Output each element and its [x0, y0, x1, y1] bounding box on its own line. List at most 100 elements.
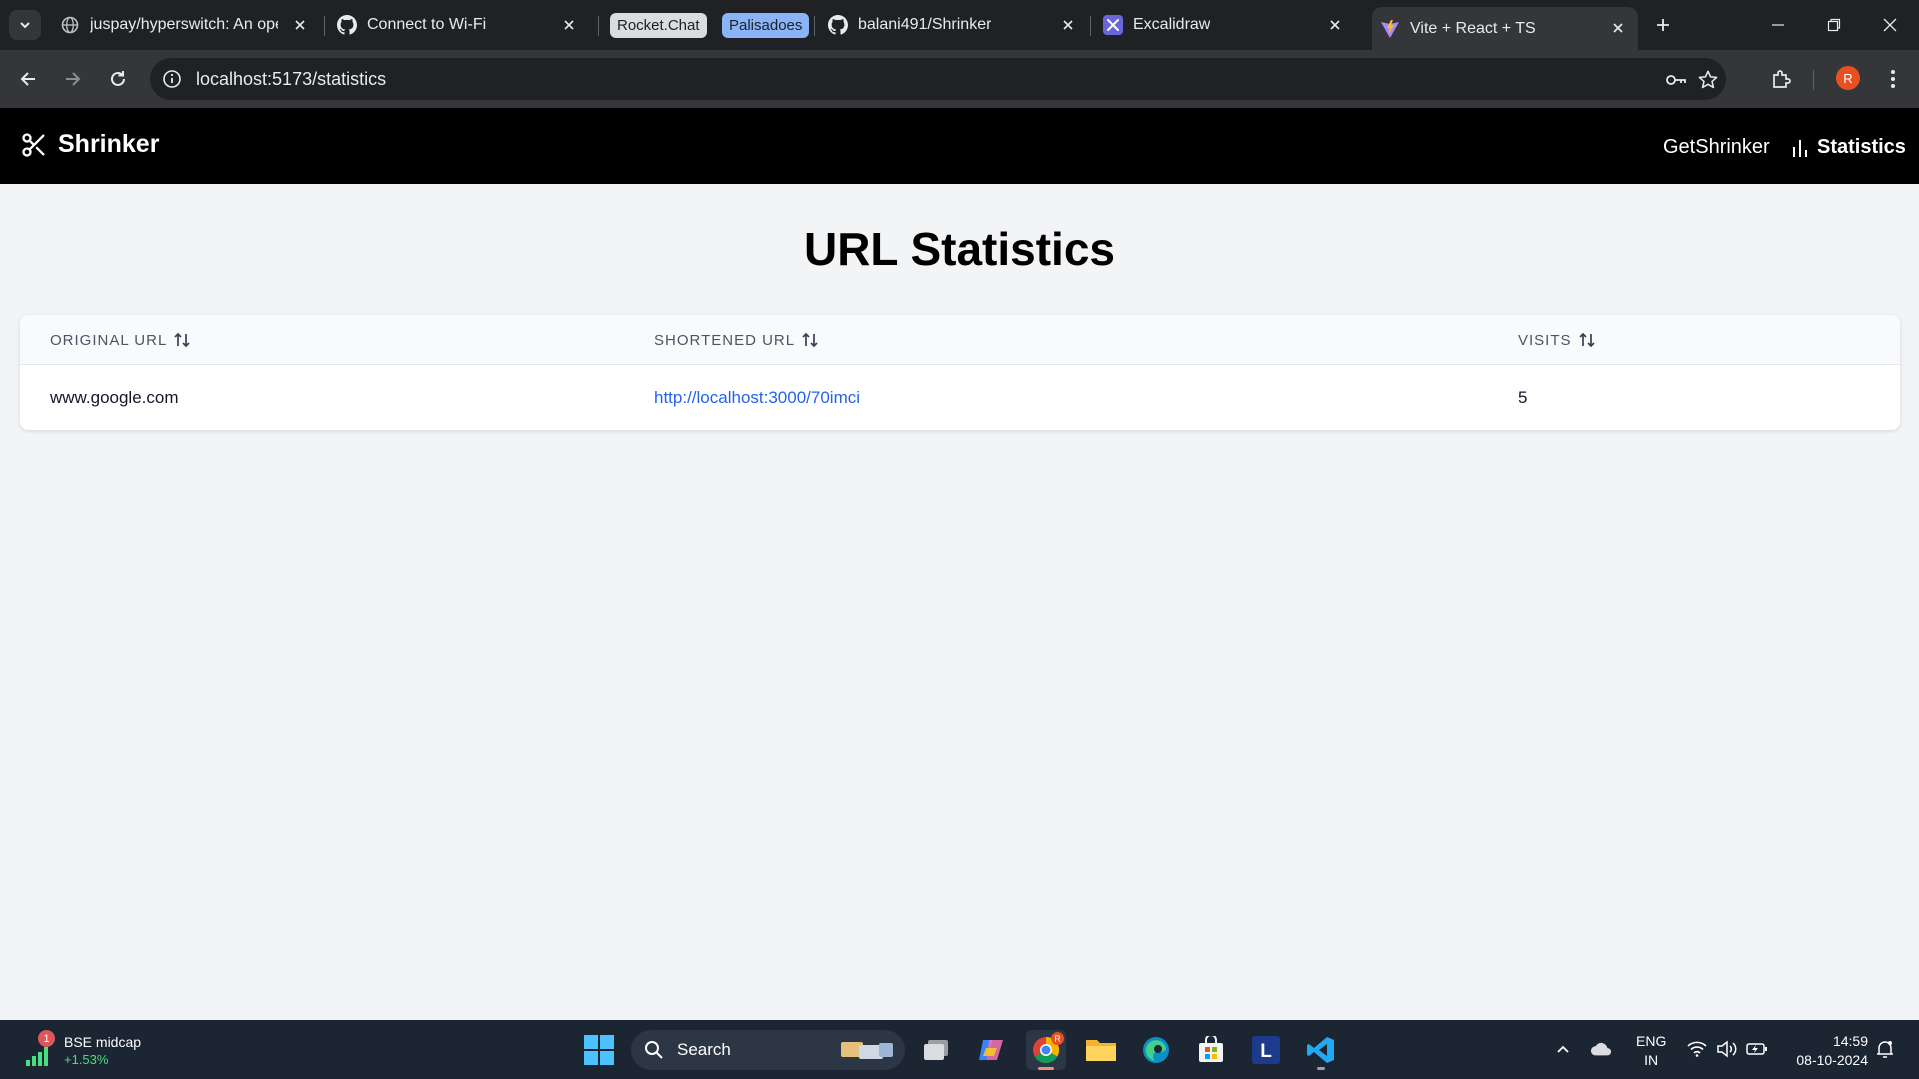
bookmark-star-icon[interactable] [1696, 68, 1720, 92]
chevron-up-icon [1557, 1045, 1569, 1053]
tab-vite-react[interactable]: Vite + React + TS [1372, 7, 1638, 50]
column-label: SHORTENED URL [654, 331, 796, 349]
restore-icon [1827, 18, 1841, 32]
clock[interactable]: 14:59 08-10-2024 [1786, 1032, 1868, 1070]
profile-avatar[interactable]: R [1836, 66, 1860, 90]
close-icon [1883, 18, 1897, 32]
tab-group-palisadoes[interactable]: Palisadoes [722, 13, 810, 38]
stock-widget[interactable]: 1 BSE midcap +1.53% [22, 1030, 172, 1070]
forward-button[interactable] [57, 63, 89, 95]
edge-button[interactable] [1136, 1030, 1176, 1070]
nav-statistics-label: Statistics [1817, 136, 1906, 158]
browser-menu-button[interactable] [1878, 64, 1908, 94]
tab-title: juspay/hyperswitch: An open [90, 16, 278, 33]
tab-separator [324, 16, 325, 36]
tab-separator [1090, 16, 1091, 36]
column-header-visits[interactable]: VISITS [1518, 331, 1596, 349]
copilot-icon [979, 1040, 1003, 1060]
address-bar[interactable]: localhost:5173/statistics [150, 58, 1726, 100]
tab-search-button[interactable] [9, 10, 41, 40]
tab-excalidraw[interactable]: Excalidraw [1103, 8, 1359, 42]
onedrive-icon[interactable] [1590, 1038, 1612, 1060]
search-icon [645, 1041, 663, 1059]
tab-separator [814, 16, 815, 36]
globe-icon [60, 15, 80, 35]
github-icon [337, 15, 357, 35]
puzzle-icon [1773, 70, 1791, 88]
l-app-button[interactable]: L [1246, 1030, 1286, 1070]
close-window-button[interactable] [1870, 8, 1910, 42]
restore-button[interactable] [1814, 8, 1854, 42]
column-header-original-url[interactable]: ORIGINAL URL [50, 331, 191, 349]
task-view-button[interactable] [916, 1030, 956, 1070]
minimize-button[interactable] [1758, 8, 1798, 42]
search-highlight-icon [841, 1042, 893, 1059]
page-title: URL Statistics [803, 223, 1116, 275]
close-tab-icon[interactable] [1325, 15, 1345, 35]
address-text[interactable]: localhost:5173/statistics [196, 69, 386, 90]
vscode-button[interactable] [1301, 1030, 1341, 1070]
excalidraw-icon [1103, 15, 1123, 35]
taskbar: 1 BSE midcap +1.53% Search R L ENG IN 14… [0, 1020, 1919, 1079]
close-tab-icon[interactable] [1058, 15, 1078, 35]
toolbar-divider [1813, 70, 1814, 90]
store-button[interactable] [1191, 1030, 1231, 1070]
widget-title: BSE midcap [64, 1034, 142, 1050]
task-view-icon [924, 1040, 948, 1060]
close-tab-icon[interactable] [290, 15, 310, 35]
svg-text:L: L [1260, 1041, 1272, 1062]
cell-visits: 5 [1518, 388, 1528, 407]
store-icon [1199, 1036, 1223, 1062]
password-key-icon[interactable] [1664, 68, 1688, 92]
nav-statistics[interactable]: Statistics [1791, 136, 1906, 159]
plus-icon [1657, 19, 1669, 31]
tab-connect-wifi[interactable]: Connect to Wi-Fi [337, 8, 593, 42]
cell-shortened-url-link[interactable]: http://localhost:3000/70imci [654, 388, 860, 408]
volume-icon[interactable] [1716, 1038, 1738, 1060]
tab-shrinker-repo[interactable]: balani491/Shrinker [828, 8, 1084, 42]
show-hidden-icons-button[interactable] [1552, 1038, 1574, 1060]
table-header: ORIGINAL URL SHORTENED URL VISITS [20, 315, 1900, 365]
tab-hyperswitch[interactable]: juspay/hyperswitch: An open [60, 8, 316, 42]
kebab-menu-icon [1891, 70, 1895, 88]
clock-date: 08-10-2024 [1796, 1052, 1868, 1068]
close-tab-icon[interactable] [1608, 18, 1628, 38]
active-indicator [1038, 1067, 1054, 1070]
running-indicator [1317, 1067, 1325, 1070]
windows-logo-icon [584, 1035, 614, 1065]
battery-icon[interactable] [1746, 1038, 1768, 1060]
column-label: VISITS [1518, 331, 1572, 349]
notification-badge: 1 [38, 1030, 55, 1047]
column-header-shortened-url[interactable]: SHORTENED URL [654, 331, 819, 349]
sort-icon [802, 332, 818, 348]
minimize-icon [1772, 24, 1784, 26]
language-indicator[interactable]: ENG IN [1636, 1032, 1666, 1070]
file-explorer-button[interactable] [1081, 1030, 1121, 1070]
chrome-profile-badge: R [1051, 1032, 1064, 1045]
close-tab-icon[interactable] [559, 15, 579, 35]
chevron-down-icon [20, 22, 30, 29]
start-button[interactable] [584, 1035, 614, 1070]
new-tab-button[interactable] [1643, 8, 1683, 42]
bar-chart-icon [1793, 139, 1807, 157]
site-info-icon[interactable] [161, 68, 183, 90]
copilot-button[interactable] [971, 1030, 1011, 1070]
reload-button[interactable] [102, 63, 134, 95]
reload-icon [111, 71, 125, 86]
tab-separator [598, 16, 599, 36]
search-label: Search [677, 1040, 731, 1059]
wifi-icon[interactable] [1686, 1038, 1708, 1060]
vite-icon [1380, 19, 1400, 39]
tab-group-rocketchat[interactable]: Rocket.Chat [610, 13, 707, 38]
taskbar-search[interactable]: Search [631, 1030, 905, 1070]
brand-name: Shrinker [58, 130, 160, 158]
tab-title: balani491/Shrinker [858, 16, 992, 33]
nav-get-shrinker[interactable]: GetShrinker [1663, 136, 1770, 159]
back-button[interactable] [12, 63, 44, 95]
tab-title: Connect to Wi-Fi [367, 16, 487, 33]
edge-icon [1143, 1037, 1169, 1063]
chrome-taskbar-button[interactable]: R [1026, 1030, 1066, 1070]
notifications-icon[interactable] [1874, 1038, 1896, 1060]
brand-link[interactable]: Shrinker [20, 130, 159, 159]
extensions-button[interactable] [1766, 64, 1796, 94]
